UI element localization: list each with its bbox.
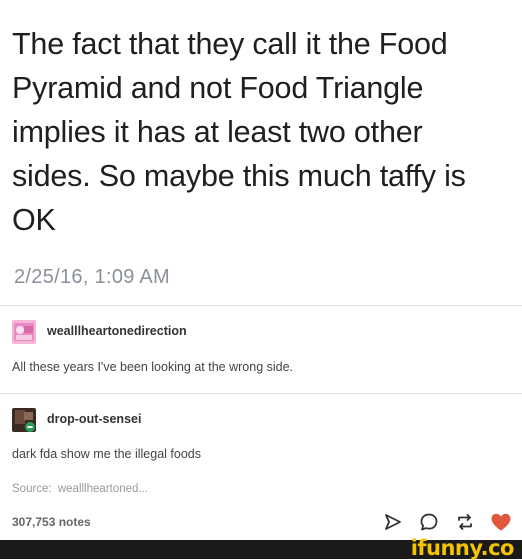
reblog-username[interactable]: wealllheartonedirection	[47, 324, 187, 338]
reblog-entry: wealllheartonedirection All these years …	[12, 320, 512, 380]
reblog-entry: drop-out-sensei dark fda show me the ill…	[12, 408, 512, 468]
ifunny-watermark: ifunny.co	[410, 536, 515, 560]
source-line[interactable]: Source: wealllheartoned...	[12, 483, 148, 495]
post-actions	[382, 510, 512, 534]
avatar[interactable]	[12, 408, 36, 432]
send-icon[interactable]	[382, 511, 404, 533]
reblog-icon[interactable]	[454, 511, 476, 533]
divider	[0, 305, 522, 306]
tweet-text: The fact that they call it the Food Pyra…	[12, 27, 466, 237]
reblog-username[interactable]: drop-out-sensei	[47, 412, 141, 426]
reblog-text: All these years I've been looking at the…	[12, 360, 294, 374]
avatar[interactable]	[12, 320, 36, 344]
reblog-text: dark fda show me the illegal foods	[12, 447, 201, 461]
reply-bubble-icon[interactable]	[418, 511, 440, 533]
notes-count[interactable]: 307,753 notes	[12, 515, 91, 529]
heart-icon[interactable]	[490, 511, 512, 533]
source-link[interactable]: wealllheartoned...	[58, 483, 148, 495]
divider	[0, 393, 522, 394]
tweet-timestamp: 2/25/16, 1:09 AM	[14, 266, 171, 288]
source-label: Source:	[12, 483, 52, 495]
